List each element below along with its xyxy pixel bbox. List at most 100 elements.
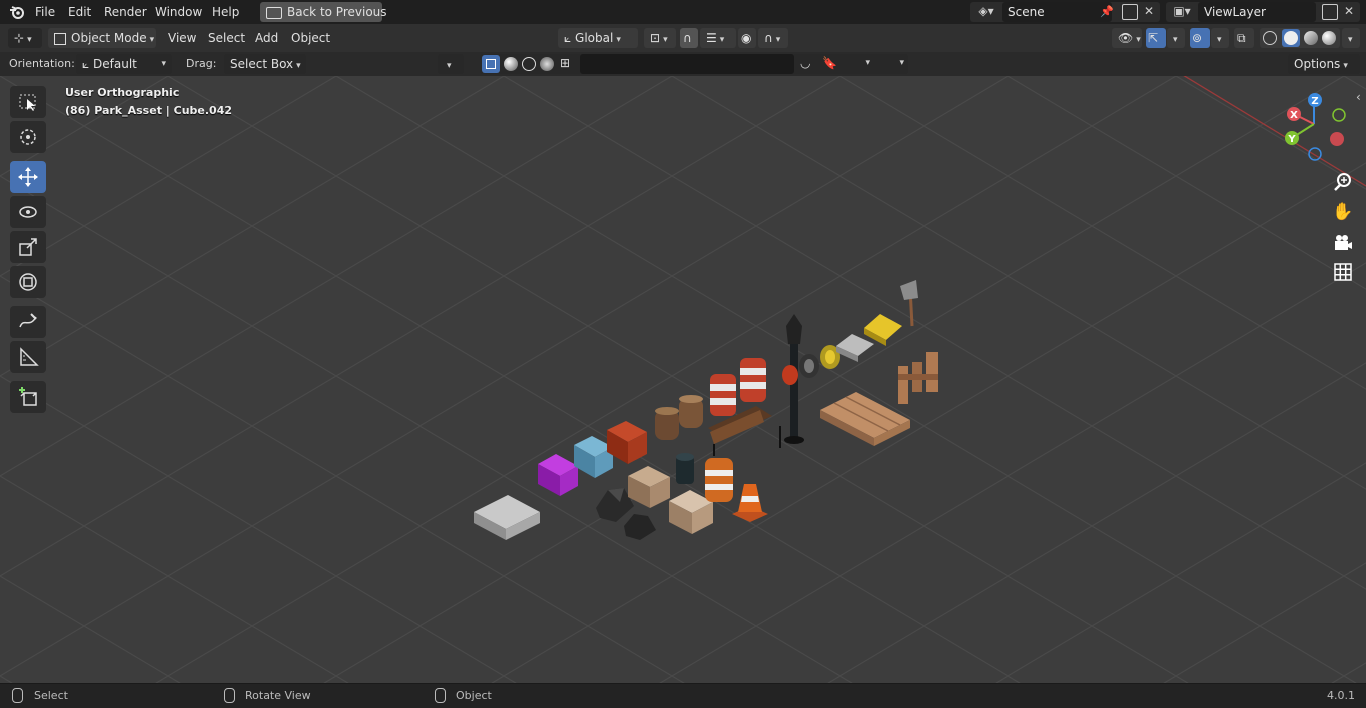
material-shading-icon[interactable] [1304,31,1318,45]
filter-object-icon[interactable] [482,55,500,73]
transform-tool[interactable] [10,266,46,298]
menu-edit[interactable]: Edit [68,4,91,20]
snap-toggle[interactable]: ∩ [680,28,698,48]
transform-orientation-label: Global [575,31,614,45]
neg-y-handle[interactable] [1332,108,1346,122]
menu-view[interactable]: View [168,30,196,46]
overlays-dropdown[interactable]: ▾ [1211,28,1229,48]
pivot-icon: ⊡ [650,31,661,45]
gizmo-icon: ⇱ [1148,31,1159,45]
shading-modes [1260,28,1340,48]
add-cube-icon [19,387,37,406]
trash-can-object[interactable] [676,453,694,484]
move-icon [18,167,38,187]
add-cube-tool[interactable] [10,381,46,413]
orientation-dropdown[interactable]: ⟀ Default ▾ [76,54,172,74]
menu-object[interactable]: Object [291,30,330,46]
menu-select[interactable]: Select [208,30,245,46]
zoom-button[interactable] [1330,169,1356,195]
sidebar-toggle-arrow[interactable]: ‹ [1356,90,1361,104]
ortho-toggle-button[interactable] [1330,259,1356,285]
scene-selector[interactable]: ◈▾ Scene 📌 ✕ [970,2,1160,22]
menu-file[interactable]: File [35,4,55,20]
new-view-layer-icon[interactable] [1322,4,1338,20]
neg-z-handle[interactable] [1308,147,1322,161]
rendered-shading-icon[interactable] [1322,31,1336,45]
traffic-barrel-object[interactable] [705,458,733,502]
gizmo-dropdown[interactable]: ▾ [1167,28,1185,48]
falloff-dropdown[interactable]: ∩ ▾ [758,28,788,48]
scale-icon [19,238,37,256]
overlays-toggle[interactable]: ⊚ [1190,28,1210,48]
chevron-down-icon: ▾ [1173,35,1178,45]
cursor-tool[interactable] [10,121,46,153]
wireframe-shading-icon[interactable] [1263,31,1277,45]
bookmark-icon[interactable]: 🔖 [822,56,837,70]
version-label: 4.0.1 [1327,689,1355,702]
filter-node-icon[interactable]: ⊞ [560,56,570,70]
view-layer-icon[interactable]: ▣▾ [1170,4,1194,18]
menu-help[interactable]: Help [212,4,239,20]
collapse-dropdown[interactable]: ▾ [438,54,464,74]
cursor-icon [20,129,36,145]
status-bar: Select Rotate View Object 4.0.1 [0,683,1366,708]
options-label: Options [1294,57,1341,71]
measure-tool[interactable] [10,341,46,373]
orientation-icon: ⟀ [564,31,572,45]
rotate-tool[interactable] [10,196,46,228]
filter-world-alt-icon[interactable] [540,57,554,71]
menu-window[interactable]: Window [155,4,202,20]
drag-dropdown[interactable]: Select Box ▾ [224,54,306,74]
editor-type-button[interactable]: ⊹ ▾ [8,28,42,48]
annotate-tool[interactable] [10,306,46,338]
snap-target-dropdown[interactable]: ☰ ▾ [700,28,736,48]
shading-dropdown[interactable]: ▾ [1342,28,1360,48]
new-scene-icon[interactable] [1122,4,1138,20]
proportional-edit-toggle[interactable]: ◉ [738,28,756,48]
tool-header: Orientation: ⟀ Default ▾ Drag: Select Box… [0,52,1366,76]
asset-search-input[interactable] [580,54,794,74]
rotate-icon [19,206,37,218]
select-box-tool[interactable] [10,86,46,118]
mouse-left-icon [12,688,23,703]
options-dropdown[interactable]: Options ▾ [1288,54,1360,74]
filter-world-icon[interactable] [522,57,536,71]
menu-add[interactable]: Add [255,30,278,46]
3d-viewport[interactable]: User Orthographic (86) Park_Asset | Cube… [0,76,1366,683]
chevron-down-icon: ▾ [1217,35,1222,45]
scene-name-field[interactable]: Scene [1002,2,1112,22]
view-name-label: User Orthographic [65,86,180,99]
filter-material-icon[interactable] [504,57,518,71]
pin-icon[interactable]: 📌 [1100,5,1114,18]
mode-dropdown[interactable]: Object Mode ▾ [48,28,156,48]
catalog-dropdown[interactable]: ▾ [840,54,870,74]
visibility-dropdown[interactable]: 👁 ▾ [1112,28,1142,48]
neg-x-handle[interactable] [1330,132,1344,146]
filter-curve-icon[interactable]: ◡ [800,56,810,70]
scene-icon[interactable]: ◈▾ [974,4,998,18]
blender-logo-icon[interactable] [9,4,25,20]
transform-icon [19,273,37,291]
pan-button[interactable]: ✋ [1330,199,1356,225]
screen-icon [266,6,282,19]
navigation-gizmo[interactable]: Z X Y [1280,90,1360,170]
pivot-point-dropdown[interactable]: ⊡ ▾ [644,28,676,48]
close-icon[interactable]: ✕ [1344,4,1354,18]
xray-toggle[interactable]: ⧉ [1234,28,1254,48]
floor-grid [0,76,1366,683]
gizmo-toggle[interactable]: ⇱ [1146,28,1166,48]
move-tool[interactable] [10,161,46,193]
back-to-previous-button[interactable]: Back to Previous [260,2,387,22]
orientation-icon: ⟀ [82,57,90,71]
view-layer-name-field[interactable]: ViewLayer [1198,2,1316,22]
close-icon[interactable]: ✕ [1144,4,1154,18]
solid-shading-icon[interactable] [1282,29,1300,47]
proportional-edit-icon: ◉ [741,31,752,45]
scale-tool[interactable] [10,231,46,263]
transform-orientation-dropdown[interactable]: ⟀ Global ▾ [558,28,638,48]
scene-name: Scene [1008,5,1045,19]
menu-render[interactable]: Render [104,4,147,20]
camera-view-button[interactable] [1330,229,1356,255]
sort-dropdown[interactable]: ▾ [876,54,904,74]
view-layer-selector[interactable]: ▣▾ ViewLayer ✕ [1166,2,1360,22]
